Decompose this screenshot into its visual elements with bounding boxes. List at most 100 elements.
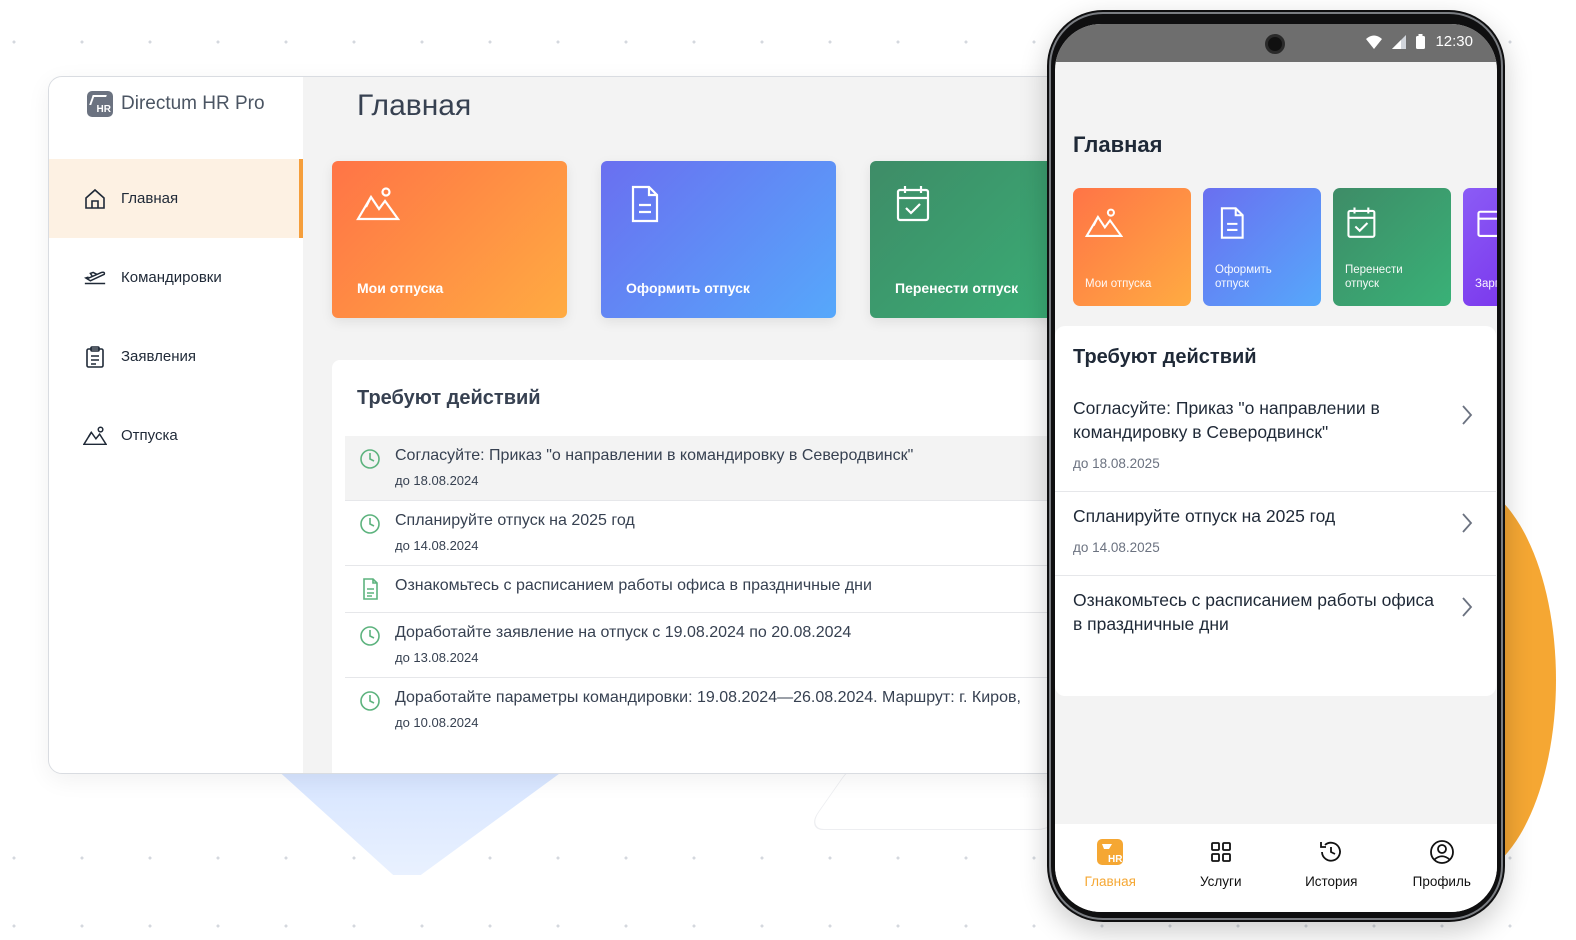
sidebar-item-label: Заявления bbox=[121, 348, 197, 365]
profile-icon bbox=[1428, 838, 1456, 866]
sidebar-nav: Главная Командировки Заявления Отпуска bbox=[49, 159, 303, 475]
task-text: Согласуйте: Приказ "о направлении в кома… bbox=[1073, 398, 1380, 442]
signal-icon bbox=[1392, 34, 1407, 49]
chevron-right-icon bbox=[1462, 405, 1473, 425]
task-text: Доработайте параметры командировки: 19.0… bbox=[395, 689, 1021, 706]
tile-label: Мои отпуска bbox=[1085, 278, 1152, 290]
clock-icon bbox=[360, 514, 380, 534]
document-icon bbox=[631, 185, 659, 223]
hr-logo-icon: HR bbox=[87, 91, 113, 117]
task-date: до 18.08.2025 bbox=[1073, 456, 1160, 471]
sidebar-item-vacations[interactable]: Отпуска bbox=[49, 396, 303, 475]
tab-services[interactable]: Услуги bbox=[1176, 838, 1266, 912]
task-item[interactable]: Согласуйте: Приказ "о направлении в кома… bbox=[345, 436, 1105, 500]
sidebar-item-applications[interactable]: Заявления bbox=[49, 317, 303, 396]
task-item[interactable]: Доработайте параметры командировки: 19.0… bbox=[345, 677, 1105, 742]
history-icon bbox=[1317, 838, 1345, 866]
mobile-tasks-panel: Требуют действий Согласуйте: Приказ "о н… bbox=[1055, 326, 1496, 696]
task-text: Согласуйте: Приказ "о направлении в кома… bbox=[395, 447, 914, 464]
home-icon bbox=[83, 187, 107, 211]
clipboard-icon bbox=[83, 345, 107, 369]
task-item[interactable]: Доработайте заявление на отпуск с 19.08.… bbox=[345, 612, 1105, 677]
document-icon bbox=[363, 578, 378, 600]
brand-name: Directum HR Pro bbox=[121, 93, 265, 114]
mountain-icon bbox=[1085, 208, 1123, 237]
task-text: Ознакомьтесь с расписанием работы офиса … bbox=[1073, 590, 1434, 634]
camera-icon bbox=[1265, 34, 1285, 54]
clock-icon bbox=[360, 626, 380, 646]
tile-label: Мои отпуска bbox=[357, 280, 444, 296]
clock-icon bbox=[360, 691, 380, 711]
wallet-icon bbox=[1477, 210, 1497, 237]
mobile-task-item[interactable]: Спланируйте отпуск на 2025 год до 14.08.… bbox=[1055, 492, 1496, 576]
desktop-window: HR Directum HR Pro Главная Командировки bbox=[48, 76, 1108, 774]
tile-label: Перенести отпуск bbox=[1345, 264, 1403, 290]
sidebar-item-home[interactable]: Главная bbox=[49, 159, 303, 238]
task-item[interactable]: Спланируйте отпуск на 2025 год до 14.08.… bbox=[345, 500, 1105, 565]
page-title: Главная bbox=[357, 89, 472, 122]
mobile-tile-my-vacations[interactable]: Мои отпуска bbox=[1073, 188, 1191, 306]
tile-label: Перенести отпуск bbox=[895, 280, 1019, 296]
mobile-tasks-title: Требуют действий bbox=[1073, 346, 1257, 368]
tab-history[interactable]: История bbox=[1286, 838, 1376, 912]
sidebar: HR Directum HR Pro Главная Командировки bbox=[49, 77, 303, 773]
mobile-task-item[interactable]: Согласуйте: Приказ "о направлении в кома… bbox=[1055, 384, 1496, 492]
tile-request-vacation[interactable]: Оформить отпуск bbox=[601, 161, 836, 318]
tab-label: Услуги bbox=[1199, 874, 1242, 889]
mobile-tile-reschedule-vacation[interactable]: Перенести отпуск bbox=[1333, 188, 1451, 306]
mobile-page-title: Главная bbox=[1073, 132, 1163, 157]
mobile-quick-actions: Мои отпуска Оформить отпуск Перенести от… bbox=[1073, 188, 1497, 306]
task-text: Доработайте заявление на отпуск с 19.08.… bbox=[395, 624, 852, 641]
status-bar: 12:30 bbox=[1055, 24, 1497, 62]
mobile-tasks-list: Согласуйте: Приказ "о направлении в кома… bbox=[1055, 384, 1496, 656]
sidebar-item-trips[interactable]: Командировки bbox=[49, 238, 303, 317]
plane-icon bbox=[83, 266, 107, 290]
clock-icon bbox=[360, 449, 380, 469]
tile-label: Зарп bbox=[1475, 278, 1497, 290]
tile-label: Оформить отпуск bbox=[1215, 264, 1272, 290]
task-item[interactable]: Ознакомьтесь с расписанием работы офиса … bbox=[345, 565, 1105, 612]
tile-my-vacations[interactable]: Мои отпуска bbox=[332, 161, 567, 318]
wifi-icon bbox=[1366, 35, 1383, 49]
task-text: Спланируйте отпуск на 2025 год bbox=[395, 512, 635, 529]
mobile-tile-salary[interactable]: Зарп bbox=[1463, 188, 1497, 306]
grid-icon bbox=[1207, 838, 1235, 866]
chevron-right-icon bbox=[1462, 597, 1473, 617]
mobile-tile-request-vacation[interactable]: Оформить отпуск bbox=[1203, 188, 1321, 306]
calendar-check-icon bbox=[896, 186, 930, 222]
tab-profile[interactable]: Профиль bbox=[1397, 838, 1487, 912]
mountain-icon bbox=[83, 424, 107, 448]
tasks-list: Согласуйте: Приказ "о направлении в кома… bbox=[345, 436, 1105, 742]
phone-frame: 12:30 Главная Мои отпуска Оформить отпус… bbox=[1047, 10, 1505, 922]
phone-screen: 12:30 Главная Мои отпуска Оформить отпус… bbox=[1055, 24, 1497, 912]
svg-text:HR: HR bbox=[1108, 854, 1123, 865]
status-time: 12:30 bbox=[1435, 33, 1473, 50]
calendar-check-icon bbox=[1347, 207, 1376, 238]
tasks-panel: Требуют действий Согласуйте: Приказ "о н… bbox=[332, 360, 1105, 773]
tile-label: Оформить отпуск bbox=[626, 280, 750, 296]
battery-icon bbox=[1416, 34, 1426, 49]
tab-label: Главная bbox=[1084, 874, 1136, 889]
task-date: до 14.08.2024 bbox=[395, 538, 479, 553]
task-text: Ознакомьтесь с расписанием работы офиса … bbox=[395, 577, 872, 594]
task-date: до 18.08.2024 bbox=[395, 473, 479, 488]
task-date: до 10.08.2024 bbox=[395, 715, 479, 730]
brand[interactable]: HR Directum HR Pro bbox=[87, 91, 265, 117]
document-icon bbox=[1220, 207, 1244, 239]
chevron-right-icon bbox=[1462, 513, 1473, 533]
quick-actions: Мои отпуска Оформить отпуск Перенести от… bbox=[332, 161, 1105, 318]
mobile-task-item[interactable]: Ознакомьтесь с расписанием работы офиса … bbox=[1055, 576, 1496, 656]
bottom-tab-bar: HR Главная Услуги История Профиль bbox=[1055, 824, 1497, 912]
mountain-icon bbox=[356, 187, 400, 221]
tab-label: Профиль bbox=[1412, 874, 1471, 889]
task-date: до 13.08.2024 bbox=[395, 650, 479, 665]
sidebar-item-label: Отпуска bbox=[121, 427, 178, 444]
task-date: до 14.08.2025 bbox=[1073, 540, 1160, 555]
tab-label: История bbox=[1305, 874, 1358, 889]
tab-home[interactable]: HR Главная bbox=[1065, 838, 1155, 912]
status-icons: 12:30 bbox=[1366, 33, 1473, 50]
sidebar-item-label: Главная bbox=[121, 190, 179, 207]
sidebar-item-label: Командировки bbox=[121, 269, 222, 286]
hr-logo-icon: HR bbox=[1096, 838, 1124, 866]
task-text: Спланируйте отпуск на 2025 год bbox=[1073, 506, 1336, 526]
